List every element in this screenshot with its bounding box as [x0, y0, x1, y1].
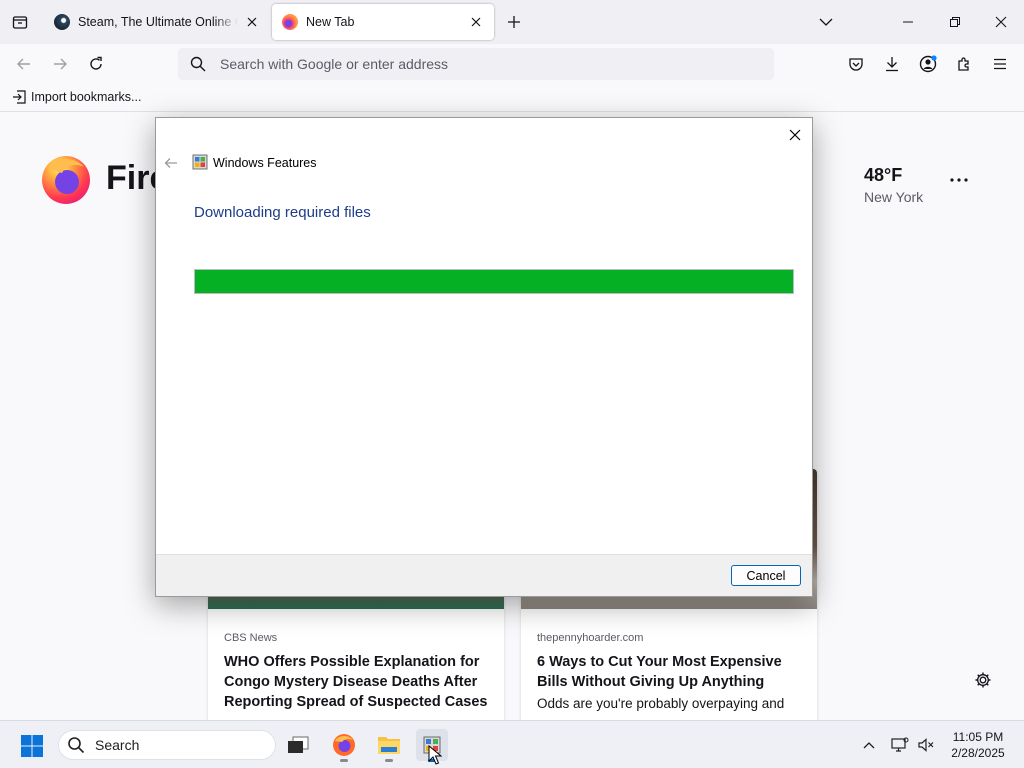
- extensions-button[interactable]: [952, 52, 976, 76]
- app-menu-button[interactable]: [988, 52, 1012, 76]
- tab-title: Steam, The Ultimate Online Game Platform: [78, 15, 238, 29]
- close-icon: [995, 16, 1007, 28]
- restore-icon: [950, 17, 960, 27]
- show-hidden-icons-button[interactable]: [859, 735, 879, 755]
- tab-steam[interactable]: Steam, The Ultimate Online Game Platform: [44, 4, 270, 40]
- dialog-back-button[interactable]: [162, 154, 180, 172]
- task-view-icon: [288, 736, 309, 753]
- firefox-view-button[interactable]: [8, 10, 32, 34]
- new-tab-button[interactable]: [504, 12, 524, 32]
- close-icon: [471, 17, 481, 27]
- reload-button[interactable]: [84, 52, 108, 76]
- network-tray-button[interactable]: [890, 735, 910, 755]
- progress-fill: [195, 270, 793, 293]
- taskbar: Search 11:05 PM 2/28/2025: [0, 720, 1024, 768]
- weather-menu-button[interactable]: [948, 173, 970, 187]
- import-icon: [13, 90, 26, 104]
- bookmarks-toolbar: Import bookmarks...: [0, 84, 1024, 112]
- volume-tray-button[interactable]: [916, 735, 936, 755]
- search-icon: [190, 56, 206, 72]
- tab-close-button[interactable]: [244, 14, 260, 30]
- taskbar-search-label: Search: [95, 737, 140, 753]
- firefox-icon: [333, 734, 355, 756]
- story-headline[interactable]: 6 Ways to Cut Your Most Expensive Bills …: [537, 652, 809, 692]
- running-indicator: [340, 759, 348, 762]
- dialog-title: Windows Features: [213, 156, 317, 170]
- mouse-cursor-icon: [428, 745, 442, 765]
- more-icon: [950, 178, 968, 182]
- gear-icon: [975, 672, 991, 688]
- tab-title: New Tab: [306, 15, 355, 29]
- windows-features-dialog: Windows Features Downloading required fi…: [155, 117, 813, 597]
- pocket-icon: [849, 58, 863, 71]
- steam-icon: [54, 14, 70, 30]
- cancel-button[interactable]: Cancel: [731, 565, 801, 586]
- pocket-button[interactable]: [844, 52, 868, 76]
- list-all-tabs-button[interactable]: [816, 12, 836, 32]
- running-indicator: [385, 759, 393, 762]
- tab-strip: Steam, The Ultimate Online Game Platform…: [0, 0, 1024, 44]
- story-excerpt: Odds are you're probably overpaying and: [537, 696, 785, 711]
- close-icon: [789, 129, 801, 141]
- customize-newtab-button[interactable]: [972, 669, 994, 691]
- address-input[interactable]: [220, 56, 740, 72]
- task-view-button[interactable]: [282, 729, 314, 761]
- windows-features-icon: [192, 154, 208, 170]
- taskbar-file-explorer[interactable]: [373, 729, 405, 762]
- story-source: thepennyhoarder.com: [537, 632, 644, 644]
- firefox-view-icon: [12, 16, 28, 29]
- network-icon: [891, 737, 909, 752]
- forward-button[interactable]: [48, 52, 72, 76]
- arrow-right-icon: [54, 58, 67, 70]
- taskbar-firefox[interactable]: [328, 729, 360, 762]
- close-icon: [247, 17, 257, 27]
- story-headline[interactable]: WHO Offers Possible Explanation for Cong…: [224, 652, 496, 712]
- close-window-button[interactable]: [991, 12, 1011, 32]
- clock-time: 11:05 PM: [952, 730, 1004, 744]
- story-source: CBS News: [224, 632, 278, 644]
- dialog-footer: Cancel: [156, 554, 812, 596]
- account-button[interactable]: [916, 52, 940, 76]
- download-progress-bar: [194, 269, 794, 294]
- volume-muted-icon: [918, 738, 934, 752]
- dialog-heading: Downloading required files: [194, 204, 371, 221]
- clock-date: 2/28/2025: [951, 746, 1005, 760]
- import-bookmarks-button[interactable]: Import bookmarks...: [12, 90, 141, 104]
- plus-icon: [508, 16, 520, 28]
- arrow-left-icon: [164, 158, 177, 168]
- firefox-logo: [42, 156, 90, 204]
- download-icon: [886, 57, 898, 72]
- chevron-down-icon: [819, 18, 833, 26]
- dialog-close-button[interactable]: [784, 124, 806, 146]
- minimize-icon: [903, 21, 913, 23]
- account-icon: [919, 55, 937, 73]
- hamburger-menu-icon: [994, 58, 1006, 70]
- tab-close-button[interactable]: [468, 14, 484, 30]
- chevron-up-icon: [863, 742, 875, 749]
- navigation-toolbar: [0, 44, 1024, 84]
- weather-location[interactable]: New York: [864, 189, 923, 205]
- firefox-icon: [282, 14, 298, 30]
- downloads-button[interactable]: [880, 52, 904, 76]
- search-icon: [68, 737, 85, 754]
- restore-button[interactable]: [945, 12, 965, 32]
- minimize-button[interactable]: [898, 12, 918, 32]
- import-bookmarks-label: Import bookmarks...: [31, 90, 142, 104]
- file-explorer-icon: [378, 737, 400, 754]
- reload-icon: [90, 56, 102, 70]
- taskbar-search[interactable]: Search: [58, 730, 276, 760]
- weather-temperature[interactable]: 48°F: [864, 165, 902, 186]
- start-button[interactable]: [20, 734, 44, 758]
- back-button[interactable]: [12, 52, 36, 76]
- puzzle-icon: [958, 57, 969, 71]
- system-clock[interactable]: 11:05 PM 2/28/2025: [940, 729, 1016, 761]
- tab-new-tab[interactable]: New Tab: [272, 4, 494, 40]
- arrow-left-icon: [17, 58, 30, 70]
- address-bar[interactable]: [178, 48, 774, 80]
